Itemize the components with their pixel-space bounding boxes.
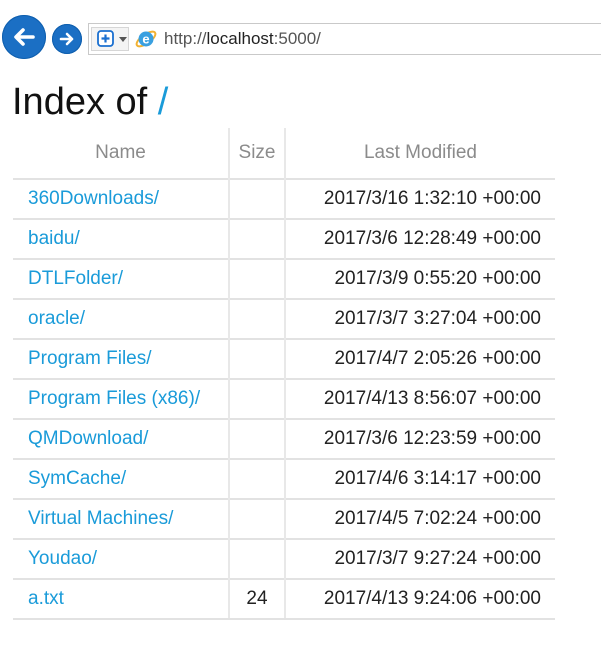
url-text[interactable]: http://localhost:5000/ bbox=[164, 29, 321, 49]
size-cell bbox=[228, 378, 285, 419]
size-cell bbox=[228, 298, 285, 339]
url-path: :5000/ bbox=[273, 29, 321, 48]
url-host: localhost bbox=[206, 29, 274, 48]
size-cell bbox=[228, 538, 285, 579]
arrow-left-icon bbox=[14, 28, 35, 46]
file-link[interactable]: Virtual Machines/ bbox=[28, 508, 173, 529]
name-cell: 360Downloads/ bbox=[13, 178, 229, 219]
arrow-right-icon bbox=[59, 32, 74, 46]
table-row: a.txt 24 2017/4/13 9:24:06 +00:00 bbox=[13, 578, 555, 620]
last-modified-cell: 2017/3/7 9:27:24 +00:00 bbox=[284, 538, 555, 579]
last-modified-cell: 2017/3/7 3:27:04 +00:00 bbox=[284, 298, 555, 339]
table-header-row: Name Size Last Modified bbox=[13, 128, 555, 179]
internet-explorer-icon: e bbox=[135, 30, 157, 48]
header-size[interactable]: Size bbox=[228, 128, 285, 179]
browser-toolbar: e http://localhost:5000/ bbox=[0, 0, 601, 60]
size-cell bbox=[228, 498, 285, 539]
file-link[interactable]: Youdao/ bbox=[28, 548, 97, 569]
last-modified-cell: 2017/3/6 12:23:59 +00:00 bbox=[284, 418, 555, 459]
table-row: Virtual Machines/2017/4/5 7:02:24 +00:00 bbox=[13, 498, 555, 539]
table-row: oracle/2017/3/7 3:27:04 +00:00 bbox=[13, 298, 555, 339]
name-cell: Youdao/ bbox=[13, 538, 229, 579]
size-cell bbox=[228, 218, 285, 259]
file-link[interactable]: QMDownload/ bbox=[28, 428, 148, 449]
table-row: Program Files/2017/4/7 2:05:26 +00:00 bbox=[13, 338, 555, 379]
size-cell bbox=[228, 178, 285, 219]
name-cell: baidu/ bbox=[13, 218, 229, 259]
header-last-modified[interactable]: Last Modified bbox=[284, 128, 555, 179]
last-modified-cell: 2017/4/7 2:05:26 +00:00 bbox=[284, 338, 555, 379]
last-modified-cell: 2017/4/13 9:24:06 +00:00 bbox=[284, 578, 555, 620]
file-listing-table: Name Size Last Modified 360Downloads/201… bbox=[13, 128, 555, 620]
name-cell: Program Files/ bbox=[13, 338, 229, 379]
size-cell bbox=[228, 338, 285, 379]
file-link[interactable]: Program Files (x86)/ bbox=[28, 388, 200, 409]
svg-text:e: e bbox=[142, 32, 149, 47]
table-row: baidu/2017/3/6 12:28:49 +00:00 bbox=[13, 218, 555, 259]
table-row: 360Downloads/2017/3/16 1:32:10 +00:00 bbox=[13, 178, 555, 219]
file-link[interactable]: Program Files/ bbox=[28, 348, 152, 369]
name-cell: SymCache/ bbox=[13, 458, 229, 499]
size-cell: 24 bbox=[228, 578, 285, 620]
file-link[interactable]: a.txt bbox=[28, 588, 64, 609]
last-modified-cell: 2017/3/16 1:32:10 +00:00 bbox=[284, 178, 555, 219]
page-title: Index of / bbox=[12, 76, 168, 128]
size-cell bbox=[228, 458, 285, 499]
table-row: QMDownload/2017/3/6 12:23:59 +00:00 bbox=[13, 418, 555, 459]
page-title-prefix: Index of bbox=[12, 81, 148, 123]
table-row: DTLFolder/2017/3/9 0:55:20 +00:00 bbox=[13, 258, 555, 299]
url-scheme: http:// bbox=[164, 29, 207, 48]
page-title-path: / bbox=[157, 81, 169, 123]
name-cell: a.txt bbox=[13, 578, 229, 620]
last-modified-cell: 2017/3/6 12:28:49 +00:00 bbox=[284, 218, 555, 259]
size-cell bbox=[228, 418, 285, 459]
table-row: Program Files (x86)/ 2017/4/13 8:56:07 +0… bbox=[13, 378, 555, 419]
file-link[interactable]: baidu/ bbox=[28, 228, 80, 249]
name-cell: oracle/ bbox=[13, 298, 229, 339]
last-modified-cell: 2017/4/13 8:56:07 +00:00 bbox=[284, 378, 555, 419]
name-cell: DTLFolder/ bbox=[13, 258, 229, 299]
file-link[interactable]: DTLFolder/ bbox=[28, 268, 123, 289]
plus-shield-icon bbox=[97, 30, 114, 47]
header-name[interactable]: Name bbox=[13, 128, 229, 179]
table-row: Youdao/2017/3/7 9:27:24 +00:00 bbox=[13, 538, 555, 579]
favorites-dropdown[interactable] bbox=[91, 27, 129, 51]
name-cell: QMDownload/ bbox=[13, 418, 229, 459]
name-cell: Virtual Machines/ bbox=[13, 498, 229, 539]
table-row: SymCache/2017/4/6 3:14:17 +00:00 bbox=[13, 458, 555, 499]
forward-button[interactable] bbox=[52, 24, 82, 54]
back-button[interactable] bbox=[2, 15, 46, 59]
file-link[interactable]: oracle/ bbox=[28, 308, 85, 329]
last-modified-cell: 2017/4/6 3:14:17 +00:00 bbox=[284, 458, 555, 499]
file-link[interactable]: 360Downloads/ bbox=[28, 188, 159, 209]
chevron-down-icon bbox=[119, 37, 127, 42]
file-link[interactable]: SymCache/ bbox=[28, 468, 126, 489]
last-modified-cell: 2017/3/9 0:55:20 +00:00 bbox=[284, 258, 555, 299]
last-modified-cell: 2017/4/5 7:02:24 +00:00 bbox=[284, 498, 555, 539]
name-cell: Program Files (x86)/ bbox=[13, 378, 229, 419]
address-bar[interactable]: e http://localhost:5000/ bbox=[88, 23, 601, 55]
size-cell bbox=[228, 258, 285, 299]
